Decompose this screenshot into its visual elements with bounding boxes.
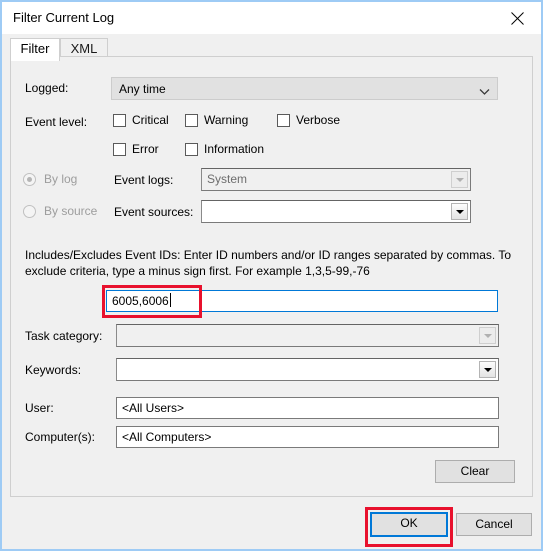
computers-label: Computer(s): (25, 430, 96, 444)
filter-current-log-dialog: Filter Current Log Filter XML Logged: An… (0, 0, 543, 551)
checkbox-information-label: Information (204, 142, 265, 156)
dropdown-arrow-icon[interactable] (451, 203, 468, 220)
event-ids-value: 6005,6006 (112, 294, 169, 308)
task-category-combobox[interactable] (116, 324, 499, 347)
radio-by-source-label: By source (44, 204, 98, 218)
event-ids-input[interactable]: 6005,6006 (106, 290, 498, 312)
checkbox-warning-label: Warning (204, 113, 249, 127)
user-value: <All Users> (122, 401, 185, 415)
cancel-button[interactable]: Cancel (456, 513, 532, 536)
keywords-label: Keywords: (25, 363, 82, 377)
computers-input[interactable]: <All Computers> (116, 426, 499, 448)
tab-filter-label: Filter (20, 41, 50, 56)
checkbox-warning-box (185, 114, 198, 127)
logged-combobox[interactable]: Any time (111, 77, 498, 100)
tab-filter[interactable]: Filter (10, 38, 60, 61)
dropdown-arrow-icon[interactable] (479, 327, 496, 344)
event-ids-description-line1: Includes/Excludes Event IDs: Enter ID nu… (25, 248, 512, 262)
logged-value: Any time (119, 82, 166, 96)
checkbox-verbose-box (277, 114, 290, 127)
dialog-title: Filter Current Log (13, 10, 115, 25)
checkbox-verbose-label: Verbose (296, 113, 341, 127)
filter-tab-panel: Logged: Any time Event level: Critical W… (10, 56, 533, 497)
user-input[interactable]: <All Users> (116, 397, 499, 419)
event-sources-combobox[interactable] (201, 200, 471, 223)
dropdown-arrow-icon[interactable] (479, 361, 496, 378)
tab-xml-label: XML (70, 41, 98, 56)
ok-button[interactable]: OK (370, 512, 448, 537)
dropdown-arrow-icon[interactable] (451, 171, 468, 188)
checkbox-information-box (185, 143, 198, 156)
keywords-combobox[interactable] (116, 358, 499, 381)
clear-button[interactable]: Clear (435, 460, 515, 483)
logged-label: Logged: (25, 81, 69, 95)
user-label: User: (25, 401, 54, 415)
computers-value: <All Computers> (122, 430, 212, 444)
event-logs-value: System (207, 172, 248, 186)
task-category-label: Task category: (25, 329, 103, 343)
text-caret (169, 293, 171, 307)
title-bar: Filter Current Log (2, 2, 541, 34)
chevron-down-icon (479, 85, 490, 99)
checkbox-critical-label: Critical (132, 113, 169, 127)
checkbox-critical-box (113, 114, 126, 127)
radio-by-log-circle (23, 173, 36, 186)
checkbox-error-box (113, 143, 126, 156)
event-sources-label: Event sources: (114, 205, 194, 219)
checkbox-error-label: Error (132, 142, 159, 156)
event-logs-label: Event logs: (114, 173, 174, 187)
event-level-label: Event level: (25, 115, 88, 129)
close-icon[interactable] (495, 2, 541, 33)
radio-by-source-circle (23, 205, 36, 218)
event-logs-combobox[interactable]: System (201, 168, 471, 191)
radio-by-log-label: By log (44, 172, 78, 186)
event-ids-description-line2: exclude criteria, type a minus sign firs… (25, 264, 370, 278)
